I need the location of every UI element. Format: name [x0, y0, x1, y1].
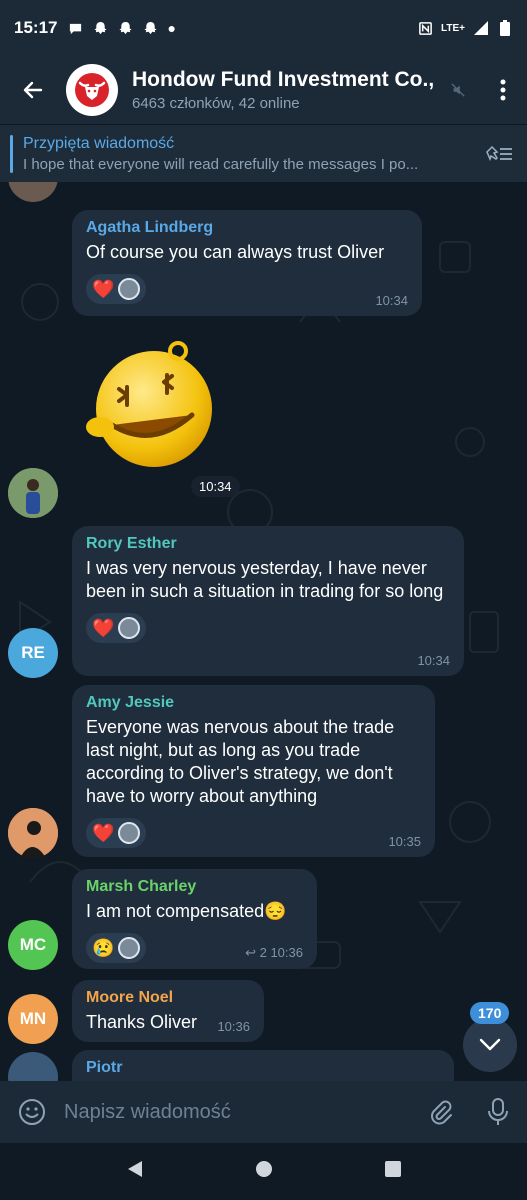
dot-icon: ● [167, 20, 176, 36]
heart-icon: ❤️ [92, 617, 115, 638]
bull-logo-icon [75, 73, 109, 107]
reaction-chip[interactable]: 😢 [86, 933, 147, 963]
message-bubble[interactable]: Piotr [72, 1050, 454, 1081]
message-bubble[interactable]: Moore Noel Thanks Oliver 10:36 [72, 980, 264, 1042]
back-button[interactable] [0, 56, 66, 124]
kebab-menu-icon [500, 79, 506, 101]
emoji-button[interactable] [0, 1098, 64, 1126]
avatar[interactable] [8, 468, 58, 518]
avatar[interactable]: MC [8, 920, 58, 970]
reply-info[interactable]: ↩ 2 10:36 [245, 945, 303, 961]
message-bubble[interactable]: Agatha Lindberg Of course you can always… [72, 210, 422, 316]
sender-name[interactable]: Marsh Charley [86, 878, 303, 896]
nav-recents-button[interactable] [384, 1160, 402, 1183]
unread-count-badge: 170 [470, 1002, 510, 1024]
notification-icons: ● [67, 20, 176, 36]
status-bar: 15:17 ● LTE+ [0, 0, 527, 56]
reactor-avatar [118, 822, 141, 844]
header-info[interactable]: Hondow Fund Investment Co., 6463 członkó… [132, 68, 443, 112]
square-recents-icon [384, 1161, 401, 1177]
smiley-icon [19, 1099, 45, 1125]
message-text: I was very nervous yesterday, I have nev… [86, 558, 444, 601]
arrow-left-icon [23, 81, 43, 99]
message-text: Of course you can always trust Oliver [86, 242, 385, 262]
nfc-icon [417, 20, 433, 36]
crying-face-icon: 😢 [92, 937, 115, 958]
signal-icon [473, 20, 489, 36]
reply-arrow-icon: ↩ [245, 945, 256, 960]
more-menu-button[interactable] [479, 56, 527, 124]
person-photo-icon [8, 468, 58, 518]
message-time: 10:36 [270, 945, 303, 960]
message-input[interactable]: Napisz wiadomość [64, 1101, 411, 1124]
sticker-time: 10:34 [191, 476, 240, 497]
chat-title: Hondow Fund Investment Co., [132, 68, 435, 91]
pin-list-icon [486, 145, 512, 161]
message-bubble[interactable]: Amy Jessie Everyone was nervous about th… [72, 685, 435, 857]
message-time: 10:34 [417, 653, 450, 668]
network-type: LTE+ [441, 22, 465, 34]
heart-icon: ❤️ [92, 822, 115, 843]
reactor-avatar [118, 937, 141, 959]
nav-home-button[interactable] [255, 1160, 273, 1183]
reactor-avatar [118, 278, 141, 300]
system-icons: LTE+ [417, 20, 513, 36]
circle-home-icon [255, 1161, 272, 1177]
reaction-chip[interactable]: ❤️ [86, 274, 147, 304]
pinned-message-bar[interactable]: Przypięta wiadomość I hope that everyone… [0, 124, 527, 182]
sender-name[interactable]: Amy Jessie [86, 694, 421, 712]
voice-message-button[interactable] [469, 1098, 527, 1126]
avatar[interactable] [8, 808, 58, 858]
message-time: 10:34 [375, 293, 408, 308]
ghost-icon [142, 20, 158, 36]
muted-icon [443, 83, 473, 97]
pinned-text: I hope that everyone will read carefully… [23, 155, 419, 173]
reply-count: 2 [259, 945, 267, 960]
paperclip-icon [431, 1100, 452, 1125]
reaction-chip[interactable]: ❤️ [86, 613, 147, 643]
reaction-chip[interactable]: ❤️ [86, 818, 147, 848]
sender-name[interactable]: Rory Esther [86, 535, 450, 553]
member-count: 6463 członków, 42 online [132, 95, 300, 112]
ghost-icon [117, 20, 133, 36]
chat-bubble-icon [67, 20, 83, 36]
reactor-avatar [118, 617, 141, 639]
message-time: 10:35 [388, 834, 421, 849]
sticker[interactable] [82, 337, 222, 472]
sender-name[interactable]: Agatha Lindberg [86, 219, 408, 237]
pinned-list-button[interactable] [471, 144, 527, 164]
attach-button[interactable] [411, 1099, 469, 1125]
money-face-sticker [86, 341, 212, 467]
microphone-icon [488, 1098, 508, 1125]
triangle-back-icon [127, 1161, 142, 1177]
pinned-label: Przypięta wiadomość [23, 134, 175, 152]
message-composer: Napisz wiadomość [0, 1081, 527, 1143]
message-bubble[interactable]: Rory Esther I was very nervous yesterday… [72, 526, 464, 676]
sender-name[interactable]: Moore Noel [86, 989, 250, 1007]
sender-name[interactable]: Piotr [86, 1059, 440, 1077]
group-avatar[interactable] [66, 64, 118, 116]
message-bubble[interactable]: Marsh Charley I am not compensated😔 😢 ↩ … [72, 869, 317, 969]
battery-icon [497, 20, 513, 36]
nav-back-button[interactable] [126, 1159, 144, 1184]
message-text: I am not compensated😔 [86, 901, 287, 921]
avatar[interactable]: MN [8, 994, 58, 1044]
ghost-icon [92, 20, 108, 36]
pinned-indicator [10, 134, 13, 173]
chevron-down-icon [479, 1038, 501, 1051]
chat-header: Hondow Fund Investment Co., 6463 członkó… [0, 56, 527, 124]
silhouette-photo-icon [8, 808, 58, 858]
message-time: 10:36 [217, 1019, 250, 1034]
status-time: 15:17 [14, 18, 58, 37]
scroll-down-button[interactable] [463, 1018, 517, 1072]
heart-icon: ❤️ [92, 278, 115, 299]
avatar[interactable]: RE [8, 628, 58, 678]
message-text: Everyone was nervous about the trade las… [86, 717, 395, 806]
system-nav-bar [0, 1143, 527, 1200]
chat-area[interactable]: Agatha Lindberg Of course you can always… [0, 182, 527, 1081]
